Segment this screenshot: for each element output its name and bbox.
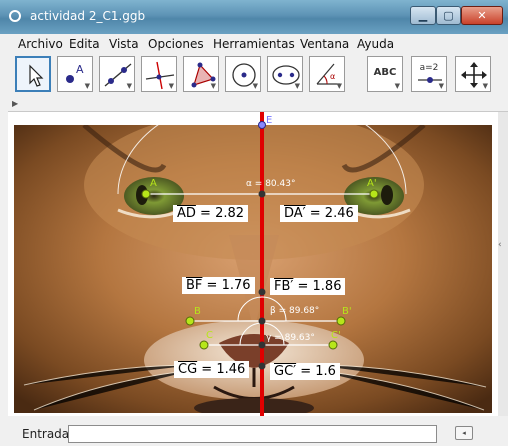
- point-tool-button[interactable]: A ▼: [57, 56, 93, 92]
- input-label: Entrada:: [22, 427, 74, 441]
- angle-alpha-label: α = 80.43°: [246, 179, 295, 189]
- close-button[interactable]: ✕: [461, 6, 503, 25]
- point-label-e: E: [266, 115, 272, 126]
- segment-value-ad: = 2.82: [195, 206, 245, 221]
- point-label-b-prime: B': [342, 306, 352, 317]
- point-a[interactable]: [141, 189, 151, 199]
- segment-name-gc: GC′: [274, 364, 297, 379]
- point-label-b: B: [194, 306, 201, 317]
- input-bar: Entrada: ◂: [0, 420, 508, 446]
- toolbar: A ▼ ▼ ▼ ▼ ▼ ▼ α ▼ ABC ▼ a=2 ▼ ▼: [8, 55, 508, 98]
- segment-value-bf: = 1.76: [202, 278, 251, 293]
- label-segment-da[interactable]: DA′ = 2.46: [280, 205, 358, 222]
- label-segment-ad[interactable]: AD = 2.82: [173, 205, 249, 222]
- menu-herramientas[interactable]: Herramientas: [213, 37, 295, 51]
- input-help-button[interactable]: ◂: [455, 426, 473, 440]
- graphics-view[interactable]: E A A' B B' C C' α = 80.43° β = 89.68° γ…: [8, 112, 498, 416]
- move-tool-button[interactable]: [15, 56, 51, 92]
- polygon-tool-button[interactable]: ▼: [183, 56, 219, 92]
- construction-overlay: E A A' B B' C C' α = 80.43° β = 89.68° γ…: [117, 112, 407, 416]
- label-segment-cg[interactable]: CG = 1.46: [174, 361, 250, 378]
- conic-tool-button[interactable]: ▼: [267, 56, 303, 92]
- menu-bar: Archivo Edita Vista Opciones Herramienta…: [8, 34, 508, 54]
- point-c-prime[interactable]: [328, 340, 338, 350]
- side-panel-strip: ‹: [498, 112, 508, 416]
- segment-name-fb: FB′: [274, 279, 294, 294]
- axis-point-lower[interactable]: [258, 362, 266, 370]
- angle-gamma-label: γ = 89.63°: [266, 333, 315, 343]
- angle-beta-label: β = 89.68°: [270, 306, 319, 316]
- geogebra-app-icon: [9, 10, 21, 22]
- input-field[interactable]: [68, 425, 437, 443]
- segment-name-da: DA′: [284, 206, 306, 221]
- point-label-c: C: [206, 330, 213, 341]
- window-title: actividad 2_C1.ggb: [30, 9, 146, 23]
- circle-tool-button[interactable]: ▼: [225, 56, 261, 92]
- point-f[interactable]: [258, 317, 266, 325]
- point-b-prime[interactable]: [336, 316, 346, 326]
- segment-name-bf: BF: [186, 278, 203, 293]
- point-label-c-prime: C': [331, 330, 341, 341]
- point-c[interactable]: [199, 340, 209, 350]
- toolbar-collapse-arrow-icon[interactable]: ▶: [12, 99, 18, 108]
- label-segment-bf[interactable]: BF = 1.76: [182, 277, 255, 294]
- side-panel-arrow-icon[interactable]: ‹: [498, 240, 502, 250]
- slider-tool-button[interactable]: a=2 ▼: [411, 56, 447, 92]
- menu-vista[interactable]: Vista: [109, 37, 139, 51]
- segment-name-ad: AD: [177, 206, 196, 221]
- menu-archivo[interactable]: Archivo: [18, 37, 63, 51]
- svg-text:A: A: [76, 63, 84, 76]
- menu-opciones[interactable]: Opciones: [148, 37, 204, 51]
- segment-value-cg: = 1.46: [197, 362, 246, 377]
- point-label-a-prime: A': [367, 178, 377, 189]
- point-a-prime[interactable]: [369, 189, 379, 199]
- point-e[interactable]: [258, 121, 266, 129]
- maximize-button[interactable]: ▢: [436, 6, 461, 25]
- segment-name-cg: CG: [178, 362, 198, 377]
- axis-point[interactable]: [258, 288, 266, 296]
- segment-value-da: = 2.46: [305, 206, 354, 221]
- menu-ventana[interactable]: Ventana: [300, 37, 349, 51]
- title-bar: actividad 2_C1.ggb ▁ ▢ ✕: [0, 0, 508, 34]
- geogebra-window: actividad 2_C1.ggb ▁ ▢ ✕ Archivo Edita V…: [0, 0, 508, 446]
- label-segment-gc[interactable]: GC′ = 1.6: [270, 363, 340, 380]
- menu-ayuda[interactable]: Ayuda: [357, 37, 394, 51]
- point-d[interactable]: [258, 190, 266, 198]
- label-segment-fb[interactable]: FB′ = 1.86: [270, 278, 346, 295]
- menu-edita[interactable]: Edita: [69, 37, 100, 51]
- text-tool-label: ABC: [373, 67, 397, 78]
- segment-value-gc: = 1.6: [296, 364, 336, 379]
- minimize-button[interactable]: ▁: [410, 6, 436, 25]
- move-view-tool-button[interactable]: ▼: [455, 56, 491, 92]
- point-g[interactable]: [258, 341, 266, 349]
- line-tool-button[interactable]: ▼: [99, 56, 135, 92]
- segment-value-fb: = 1.86: [293, 279, 342, 294]
- cursor-arrow-icon: [29, 64, 44, 87]
- point-b[interactable]: [185, 316, 195, 326]
- angle-tool-button[interactable]: α ▼: [309, 56, 345, 92]
- text-tool-button[interactable]: ABC ▼: [367, 56, 403, 92]
- svg-text:α: α: [330, 72, 335, 81]
- perpendicular-tool-button[interactable]: ▼: [141, 56, 177, 92]
- point-label-a: A: [150, 178, 157, 189]
